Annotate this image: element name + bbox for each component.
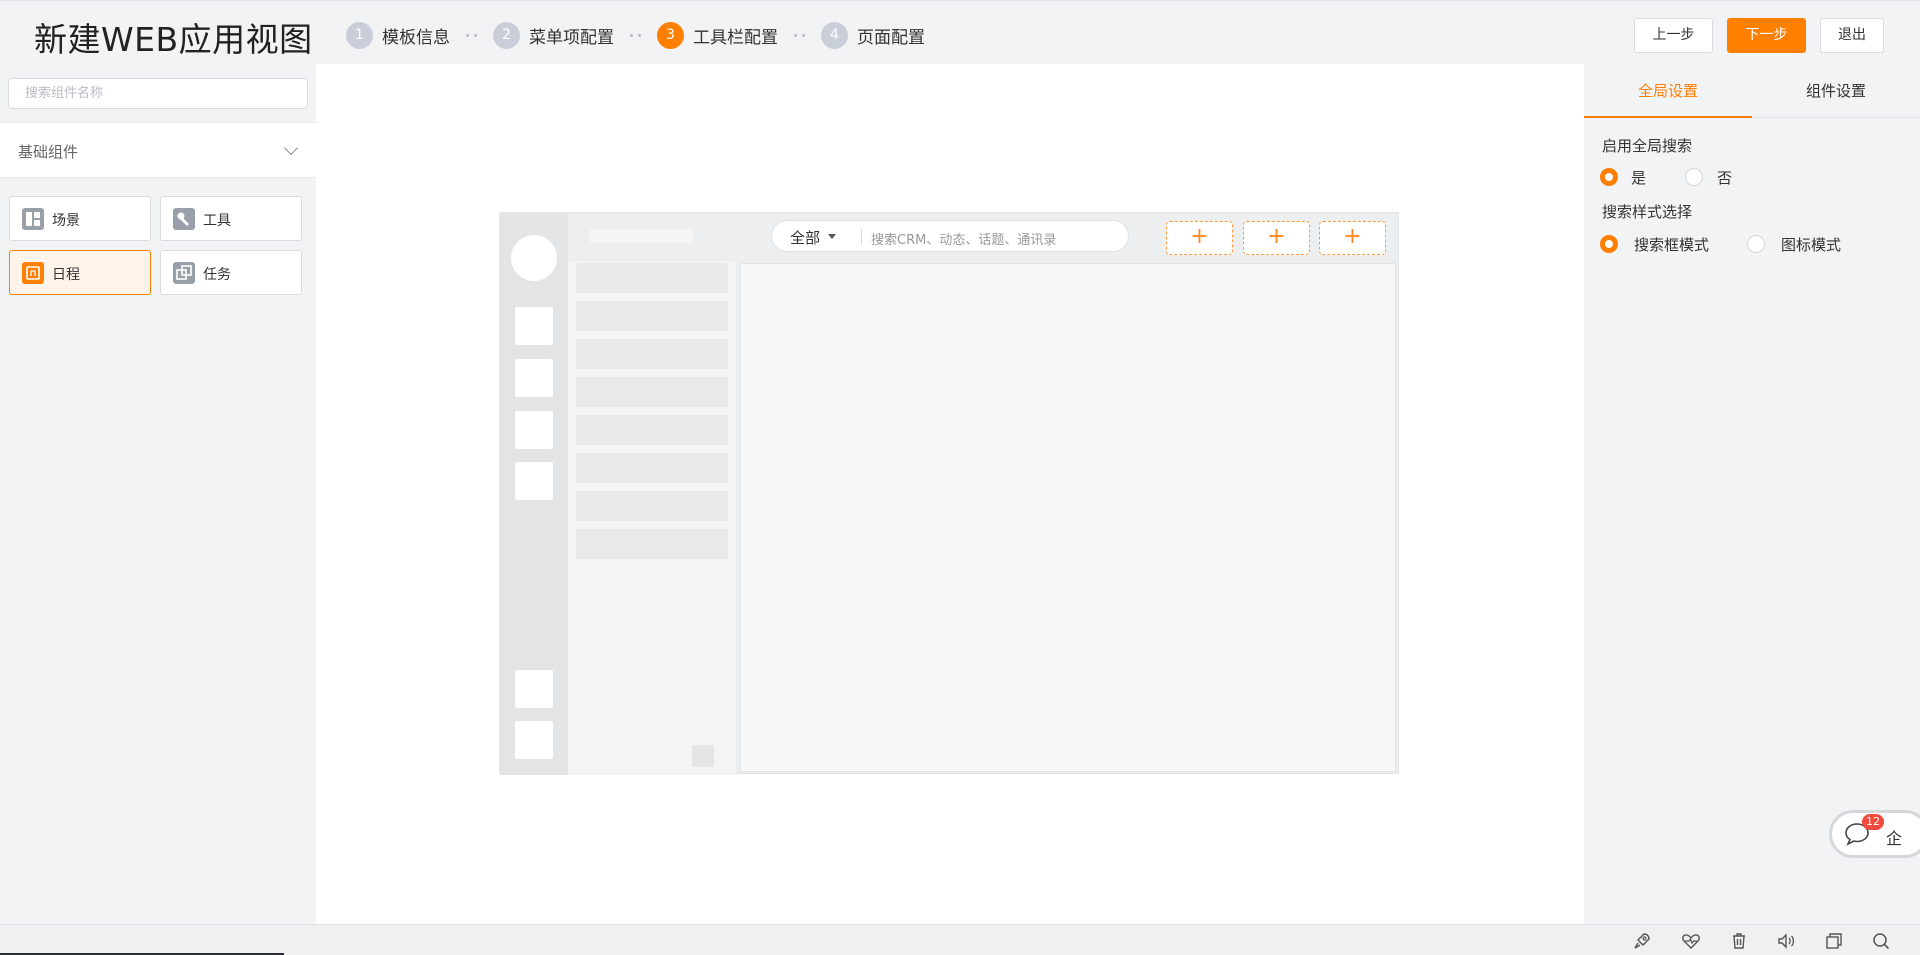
search-placeholder: 搜索CRM、动态、话题、通讯录	[871, 233, 1057, 248]
step-template-info[interactable]: 1 模板信息	[346, 22, 450, 49]
global-search-title: 启用全局搜索	[1602, 137, 1693, 155]
preview-sidebar	[500, 213, 568, 775]
preview-nav-item	[515, 462, 553, 500]
step-number: 4	[821, 22, 848, 49]
preview-list-item	[576, 377, 728, 407]
component-search-input[interactable]	[8, 78, 308, 109]
preview-list-item	[576, 339, 728, 369]
component-tool[interactable]: 工具	[160, 196, 302, 241]
step-label: 页面配置	[857, 28, 925, 48]
add-toolbar-slot-button[interactable]: +	[1166, 221, 1233, 255]
radio-global-search-no[interactable]	[1685, 168, 1703, 186]
component-label: 日程	[52, 267, 80, 283]
radio-label: 图标模式	[1781, 236, 1842, 254]
tab-global-settings[interactable]: 全局设置	[1584, 64, 1752, 118]
group-label: 基础组件	[18, 143, 79, 161]
component-label: 场景	[52, 213, 80, 229]
radio-search-box-mode[interactable]	[1600, 235, 1618, 253]
step-separator	[466, 34, 477, 37]
unread-badge: 12	[1862, 814, 1884, 830]
divider	[861, 229, 862, 245]
preview-list-item	[576, 491, 728, 521]
app-preview: 全部 搜索CRM、动态、话题、通讯录 + + +	[499, 212, 1399, 775]
schedule-icon	[22, 262, 44, 284]
search-icon[interactable]	[1871, 931, 1891, 951]
task-icon	[173, 262, 195, 284]
add-toolbar-slot-button[interactable]: +	[1243, 221, 1310, 255]
settings-panel: 全局设置 组件设置 启用全局搜索 是 否 搜索样式选择 搜索框模式 图标模式	[1584, 64, 1920, 924]
tool-icon	[173, 208, 195, 230]
search-scope-label: 全部	[790, 229, 821, 247]
step-separator	[630, 34, 641, 37]
window-icon[interactable]	[1824, 931, 1844, 951]
step-label: 模板信息	[382, 28, 450, 48]
preview-logo-placeholder	[590, 229, 694, 243]
next-step-button[interactable]: 下一步	[1727, 18, 1806, 53]
component-group-header[interactable]: 基础组件	[0, 122, 316, 178]
preview-list-item	[576, 415, 728, 445]
preview-global-search[interactable]: 全部 搜索CRM、动态、话题、通讯录	[771, 220, 1129, 252]
stepper: 1 模板信息 2 菜单项配置 3 工具栏配置 4 页面配置	[346, 22, 925, 49]
radio-icon-mode[interactable]	[1747, 235, 1765, 253]
scene-icon	[22, 208, 44, 230]
preview-list	[568, 261, 736, 775]
chat-widget[interactable]: 12 企	[1829, 810, 1920, 858]
bottom-toolbar	[0, 924, 1920, 955]
step-page-config[interactable]: 4 页面配置	[821, 22, 925, 49]
exit-button[interactable]: 退出	[1820, 18, 1884, 53]
step-menu-config[interactable]: 2 菜单项配置	[493, 22, 614, 49]
preview-canvas: 全部 搜索CRM、动态、话题、通讯录 + + +	[316, 64, 1584, 924]
step-number: 2	[493, 22, 520, 49]
search-style-title: 搜索样式选择	[1602, 203, 1693, 221]
trash-icon[interactable]	[1729, 931, 1749, 951]
avatar	[511, 235, 557, 281]
component-task[interactable]: 任务	[160, 250, 302, 295]
component-schedule[interactable]: 日程	[9, 250, 151, 295]
health-heart-icon[interactable]	[1681, 931, 1701, 951]
preview-nav-item	[515, 307, 553, 345]
preview-collapse-handle	[692, 745, 714, 767]
preview-list-item	[576, 529, 728, 559]
step-toolbar-config[interactable]: 3 工具栏配置	[657, 22, 778, 49]
preview-list-item	[576, 301, 728, 331]
prev-step-button[interactable]: 上一步	[1634, 18, 1713, 53]
component-panel: 基础组件 场景 工具 日程 任务	[0, 64, 316, 924]
speaker-icon[interactable]	[1776, 931, 1796, 951]
add-toolbar-slot-button[interactable]: +	[1319, 221, 1386, 255]
radio-label: 是	[1631, 169, 1647, 187]
step-separator	[794, 34, 805, 37]
chevron-down-icon	[283, 140, 299, 156]
chat-widget-label: 企	[1886, 829, 1903, 848]
tab-component-settings[interactable]: 组件设置	[1752, 64, 1920, 118]
preview-nav-item	[515, 670, 553, 708]
radio-label: 否	[1717, 169, 1733, 187]
preview-nav-item	[515, 411, 553, 449]
preview-nav-item	[515, 359, 553, 397]
preview-content-area	[740, 263, 1396, 772]
header: 新建WEB应用视图 1 模板信息 2 菜单项配置 3 工具栏配置 4 页面配置 …	[0, 0, 1920, 64]
radio-label: 搜索框模式	[1634, 236, 1710, 254]
step-label: 菜单项配置	[529, 28, 614, 48]
preview-nav-item	[515, 721, 553, 759]
component-label: 工具	[203, 213, 231, 229]
component-label: 任务	[203, 267, 231, 283]
page-title: 新建WEB应用视图	[34, 20, 313, 59]
step-label: 工具栏配置	[693, 28, 778, 48]
settings-tabs: 全局设置 组件设置	[1584, 64, 1920, 118]
rocket-icon[interactable]	[1632, 931, 1652, 951]
step-number: 3	[657, 22, 684, 49]
radio-global-search-yes[interactable]	[1600, 168, 1618, 186]
active-tab-indicator	[1584, 116, 1752, 118]
preview-list-item	[576, 453, 728, 483]
caret-down-icon	[828, 234, 836, 239]
step-number: 1	[346, 22, 373, 49]
component-scene[interactable]: 场景	[9, 196, 151, 241]
preview-list-item	[576, 263, 728, 293]
